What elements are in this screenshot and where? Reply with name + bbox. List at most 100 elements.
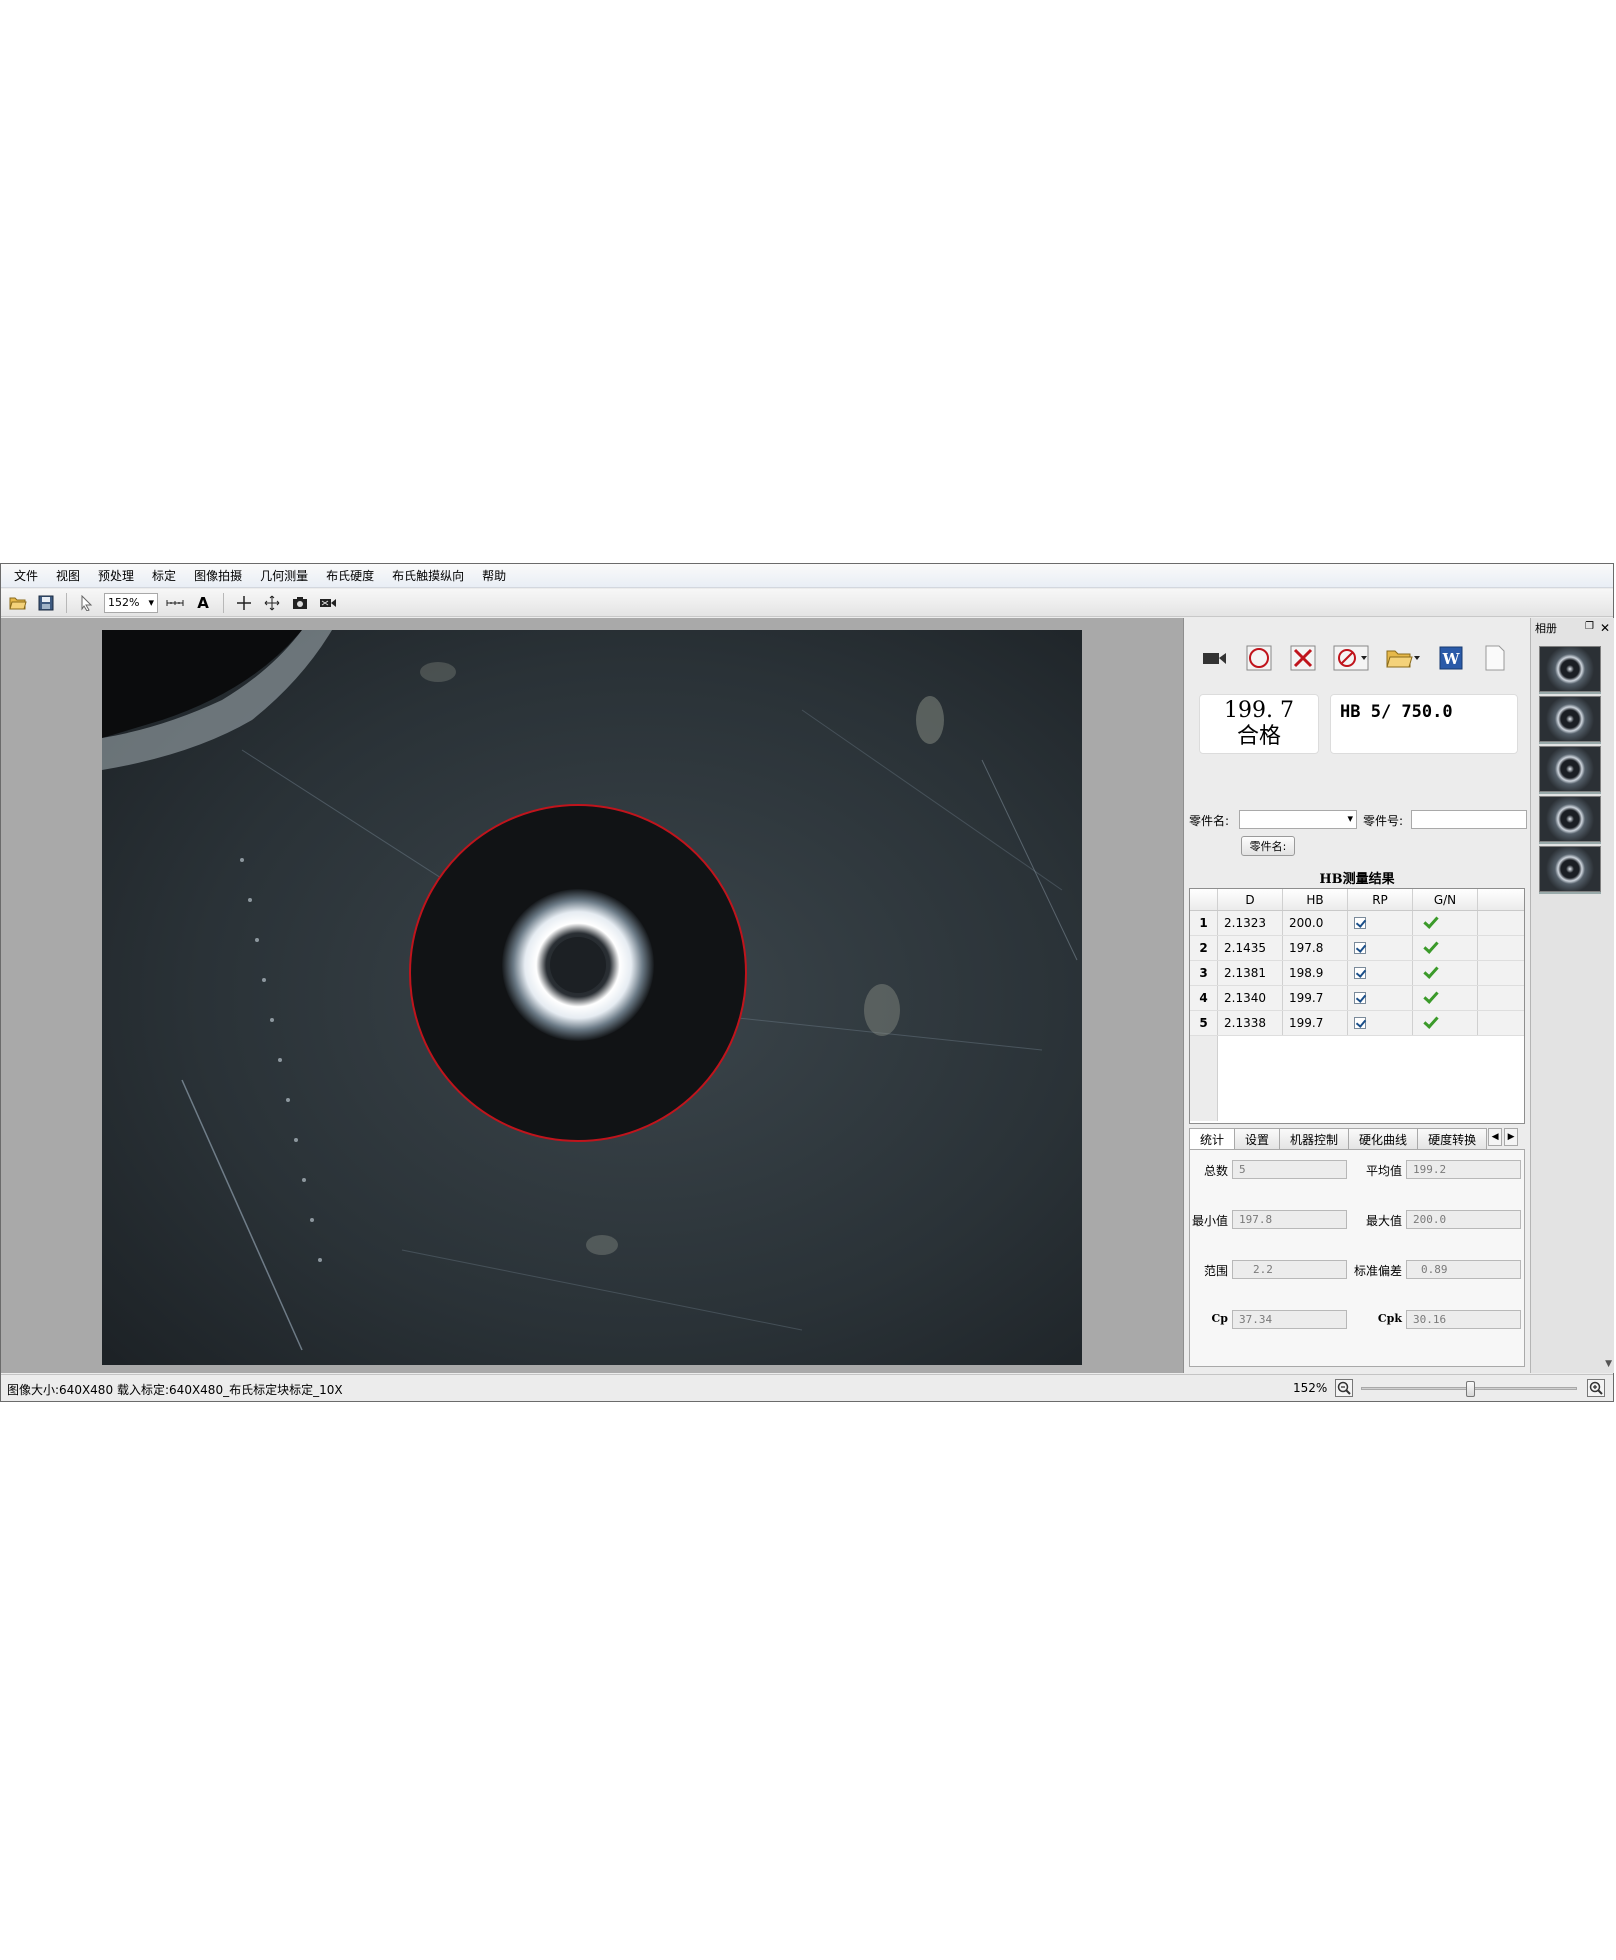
table-row[interactable]: 2 2.1435 197.8 (1190, 936, 1524, 961)
table-row[interactable]: 4 2.1340 199.7 (1190, 986, 1524, 1011)
clear-no-icon (1333, 645, 1369, 671)
move-icon (264, 595, 280, 610)
text-tool-button[interactable]: A (192, 592, 214, 614)
cp-label: Cp (1211, 1312, 1228, 1325)
menu-image-capture[interactable]: 图像拍摄 (185, 564, 251, 588)
zoom-in-icon (1589, 1381, 1603, 1395)
tab-settings[interactable]: 设置 (1234, 1128, 1281, 1149)
header-d[interactable]: D (1218, 889, 1283, 910)
row-index: 2 (1190, 936, 1218, 960)
tab-scroll-left-icon[interactable]: ◀ (1488, 1128, 1503, 1146)
ruler-button[interactable] (164, 592, 186, 614)
toolbar: 152% ▾ A (1, 589, 1613, 617)
cell-d: 2.1338 (1218, 1011, 1283, 1035)
tab-statistics[interactable]: 统计 (1189, 1128, 1236, 1150)
max-label: 最大值 (1365, 1214, 1402, 1228)
delete-x-icon (1290, 645, 1316, 671)
cpk-value: 30.16 (1406, 1310, 1521, 1329)
part-name-combobox[interactable]: ▾ (1239, 810, 1357, 829)
video-button[interactable] (317, 592, 339, 614)
rp-checkbox[interactable] (1354, 992, 1366, 1004)
album-thumbnail[interactable] (1539, 846, 1601, 892)
cell-gn (1413, 961, 1478, 985)
restore-window-icon[interactable]: ❐ (1585, 621, 1594, 635)
cell-gn (1413, 911, 1478, 935)
zoom-select[interactable]: 152% ▾ (104, 592, 158, 613)
delete-button[interactable] (1287, 642, 1319, 674)
zoom-out-button[interactable] (1335, 1379, 1353, 1397)
cell-rp (1348, 986, 1413, 1010)
table-row[interactable]: 5 2.1338 199.7 (1190, 1011, 1524, 1036)
open-folder-button[interactable] (7, 592, 29, 614)
move-button[interactable] (261, 592, 283, 614)
table-row[interactable]: 1 2.1323 200.0 (1190, 911, 1524, 936)
pointer-icon (81, 594, 93, 611)
pass-check-icon (1423, 988, 1439, 1004)
svg-text:W: W (1442, 650, 1461, 668)
album-thumbnail[interactable] (1539, 746, 1601, 792)
microscope-image (102, 630, 1082, 1365)
zoom-in-button[interactable] (1587, 1379, 1605, 1397)
album-thumbnail[interactable] (1539, 796, 1601, 842)
menu-help[interactable]: 帮助 (473, 564, 515, 588)
part-number-input[interactable] (1411, 810, 1527, 829)
circle-measure-button[interactable] (1243, 642, 1275, 674)
menu-brinell-touch[interactable]: 布氏触摸纵向 (383, 564, 473, 588)
rp-checkbox[interactable] (1354, 1017, 1366, 1029)
save-button[interactable] (35, 592, 57, 614)
new-document-button[interactable] (1479, 642, 1511, 674)
image-viewer[interactable] (1, 618, 1184, 1373)
live-video-button[interactable] (1199, 642, 1231, 674)
rp-checkbox[interactable] (1354, 967, 1366, 979)
album-header: 相册 ❐ ✕ (1531, 618, 1614, 638)
tab-hardening-curve[interactable]: 硬化曲线 (1348, 1128, 1419, 1149)
min-label: 最小值 (1191, 1214, 1228, 1228)
clear-button[interactable] (1331, 642, 1371, 674)
row-index: 5 (1190, 1011, 1218, 1035)
part-name-button[interactable]: 零件名: (1241, 836, 1295, 856)
zoom-slider-handle[interactable] (1465, 1381, 1475, 1397)
cell-rp (1348, 936, 1413, 960)
table-row[interactable]: 3 2.1381 198.9 (1190, 961, 1524, 986)
table-empty-area (1190, 1036, 1218, 1121)
rp-checkbox[interactable] (1354, 917, 1366, 929)
min-value: 197.8 (1232, 1210, 1347, 1229)
scroll-down-icon[interactable]: ▼ (1605, 1359, 1612, 1369)
export-word-button[interactable]: W (1435, 642, 1467, 674)
album-thumbnail[interactable] (1539, 646, 1601, 692)
zoom-slider[interactable] (1361, 1381, 1577, 1397)
open-result-button[interactable] (1383, 642, 1423, 674)
cell-d: 2.1381 (1218, 961, 1283, 985)
header-gn[interactable]: G/N (1413, 889, 1478, 910)
header-rp[interactable]: RP (1348, 889, 1413, 910)
status-bar: 图像大小:640X480 载入标定:640X480_布氏标定块标定_10X 15… (1, 1374, 1613, 1401)
pass-status: 合格 (1236, 724, 1281, 749)
crosshair-button[interactable] (233, 592, 255, 614)
close-icon[interactable]: ✕ (1600, 621, 1610, 635)
menu-brinell-hardness[interactable]: 布氏硬度 (317, 564, 383, 588)
header-hb[interactable]: HB (1283, 889, 1348, 910)
rp-checkbox[interactable] (1354, 942, 1366, 954)
results-table: D HB RP G/N 1 2.1323 200.0 2 2.1435 197.… (1189, 888, 1525, 1124)
tab-machine-control[interactable]: 机器控制 (1279, 1128, 1350, 1149)
folder-open-icon (1386, 650, 1420, 668)
menu-file[interactable]: 文件 (5, 564, 47, 588)
select-pointer-button[interactable] (76, 592, 98, 614)
album-thumbnail[interactable] (1539, 696, 1601, 742)
menu-geometry-measure[interactable]: 几何测量 (251, 564, 317, 588)
row-index: 4 (1190, 986, 1218, 1010)
camera-button[interactable] (289, 592, 311, 614)
hardness-value: 199. 7 (1224, 698, 1294, 723)
pass-check-icon (1423, 1013, 1439, 1029)
pass-check-icon (1423, 963, 1439, 979)
max-value: 200.0 (1406, 1210, 1521, 1229)
menu-calibration[interactable]: 标定 (143, 564, 185, 588)
menu-preprocess[interactable]: 预处理 (89, 564, 143, 588)
circle-measure-icon (1246, 645, 1272, 671)
tab-hardness-conversion[interactable]: 硬度转换 (1417, 1128, 1488, 1149)
cell-hb: 198.9 (1283, 961, 1348, 985)
menu-view[interactable]: 视图 (47, 564, 89, 588)
album-panel: 相册 ❐ ✕ ▼ (1530, 618, 1614, 1373)
cell-hb: 199.7 (1283, 986, 1348, 1010)
tab-scroll-right-icon[interactable]: ▶ (1504, 1128, 1519, 1146)
